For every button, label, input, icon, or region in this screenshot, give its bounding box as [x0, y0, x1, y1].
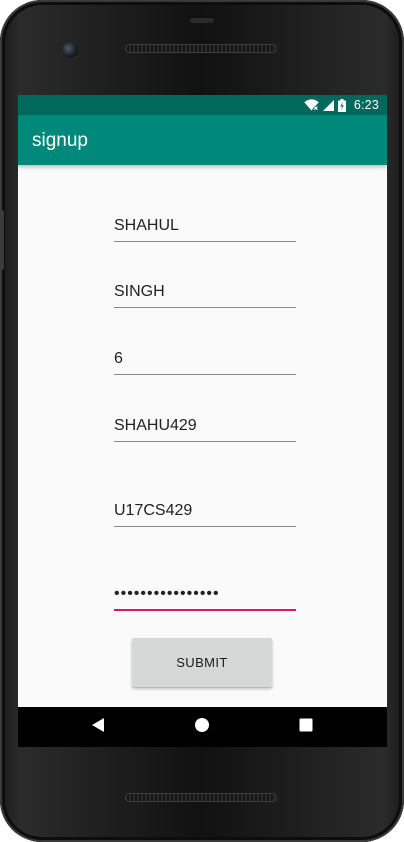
- phone-frame: 6:23 signup SUBMIT: [0, 0, 404, 842]
- status-icons: 6:23: [304, 95, 379, 115]
- signal-icon: [322, 99, 334, 111]
- status-time: 6:23: [353, 98, 379, 112]
- home-icon: [194, 717, 210, 738]
- number-field[interactable]: [114, 343, 296, 375]
- recents-icon: [299, 718, 313, 737]
- battery-icon: [337, 98, 346, 112]
- front-camera: [62, 42, 78, 58]
- proximity-sensor: [190, 18, 214, 23]
- home-button[interactable]: [182, 707, 222, 747]
- bottom-speaker: [125, 793, 277, 802]
- back-button[interactable]: [78, 707, 118, 747]
- app-title: signup: [32, 130, 88, 151]
- screen: 6:23 signup SUBMIT: [18, 95, 387, 747]
- back-icon: [91, 717, 105, 738]
- recents-button[interactable]: [286, 707, 326, 747]
- wifi-icon: [304, 99, 319, 111]
- signup-form: SUBMIT: [18, 165, 387, 707]
- app-bar: signup: [18, 115, 387, 165]
- submit-button[interactable]: SUBMIT: [132, 638, 272, 687]
- status-bar: 6:23: [18, 95, 387, 115]
- top-speaker: [125, 44, 277, 53]
- navigation-bar: [18, 707, 387, 747]
- username-field[interactable]: [114, 410, 296, 442]
- password-field[interactable]: [114, 579, 296, 611]
- roll-number-field[interactable]: [114, 495, 296, 527]
- last-name-field[interactable]: [114, 276, 296, 308]
- first-name-field[interactable]: [114, 210, 296, 242]
- volume-button: [0, 210, 4, 270]
